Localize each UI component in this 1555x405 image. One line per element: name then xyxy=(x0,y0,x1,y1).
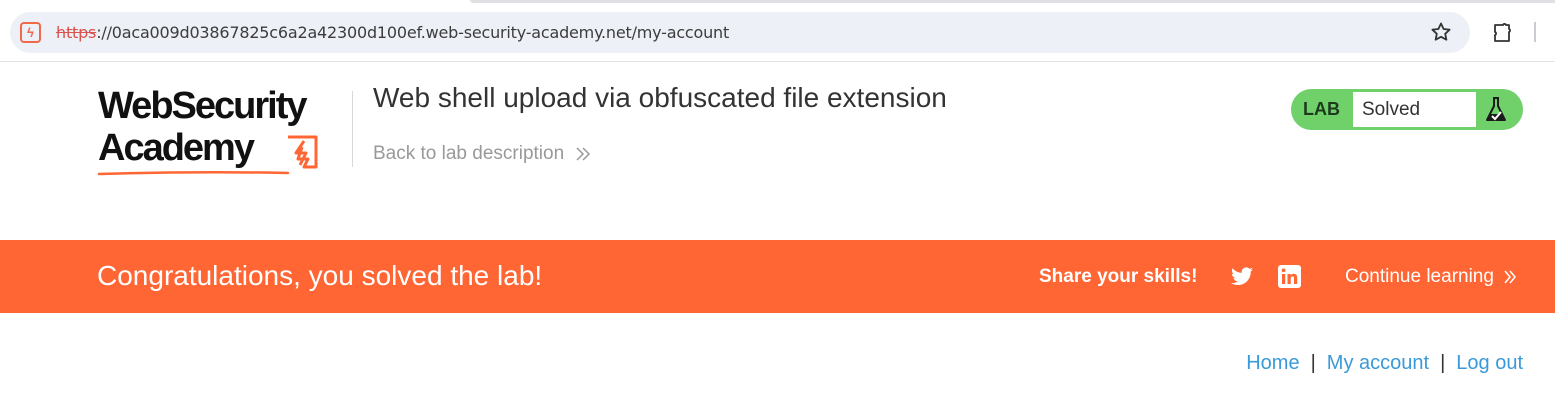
address-bar[interactable]: ϟ https://0aca009d03867825c6a2a42300d100… xyxy=(10,12,1470,53)
double-chevron-right-icon xyxy=(576,147,591,161)
url-path: ://0aca009d03867825c6a2a42300d100ef.web-… xyxy=(96,23,730,42)
web-security-academy-logo[interactable]: WebSecurity Academy xyxy=(98,86,350,182)
nav-separator: | xyxy=(1440,352,1446,374)
continue-learning-label: Continue learning xyxy=(1345,266,1494,287)
toolbar-divider xyxy=(1534,22,1536,42)
continue-learning-link[interactable]: Continue learning xyxy=(1345,266,1517,288)
congratulations-message: Congratulations, you solved the lab! xyxy=(97,260,543,291)
account-nav: Home | My account | Log out xyxy=(1246,352,1523,375)
page-title: Web shell upload via obfuscated file ext… xyxy=(373,82,947,113)
share-skills-label: Share your skills! xyxy=(1039,266,1198,287)
lab-status-label: LAB xyxy=(1303,99,1340,119)
double-chevron-right-icon xyxy=(1504,270,1517,284)
solved-notification-banner: Congratulations, you solved the lab! Sha… xyxy=(0,240,1555,313)
nav-my-account-link[interactable]: My account xyxy=(1327,352,1429,374)
nav-separator: | xyxy=(1310,352,1316,374)
tab-strip-edge xyxy=(470,0,1555,3)
logo-text-line2: Academy xyxy=(98,127,255,169)
back-link-label: Back to lab description xyxy=(373,143,565,164)
flask-icon xyxy=(1486,97,1506,121)
portswigger-bolt-icon[interactable]: ϟ xyxy=(20,22,41,43)
logo-underline xyxy=(98,170,290,176)
lab-status-badge: LAB Solved xyxy=(1291,89,1523,130)
url-scheme: https xyxy=(56,23,97,42)
star-icon[interactable] xyxy=(1429,20,1453,44)
nav-home-link[interactable]: Home xyxy=(1246,352,1299,374)
linkedin-icon[interactable] xyxy=(1278,265,1301,288)
url-text[interactable]: https://0aca009d03867825c6a2a42300d100ef… xyxy=(56,23,729,42)
twitter-icon[interactable] xyxy=(1230,266,1254,288)
puzzle-icon[interactable] xyxy=(1491,21,1515,45)
nav-log-out-link[interactable]: Log out xyxy=(1456,352,1523,374)
browser-toolbar: ϟ https://0aca009d03867825c6a2a42300d100… xyxy=(0,0,1555,62)
lab-status-value: Solved xyxy=(1353,92,1476,127)
header-divider xyxy=(352,91,353,167)
logo-bolt-icon xyxy=(288,135,318,169)
back-to-lab-description-link[interactable]: Back to lab description xyxy=(373,143,591,165)
logo-text-line1: WebSecurity xyxy=(98,85,307,127)
